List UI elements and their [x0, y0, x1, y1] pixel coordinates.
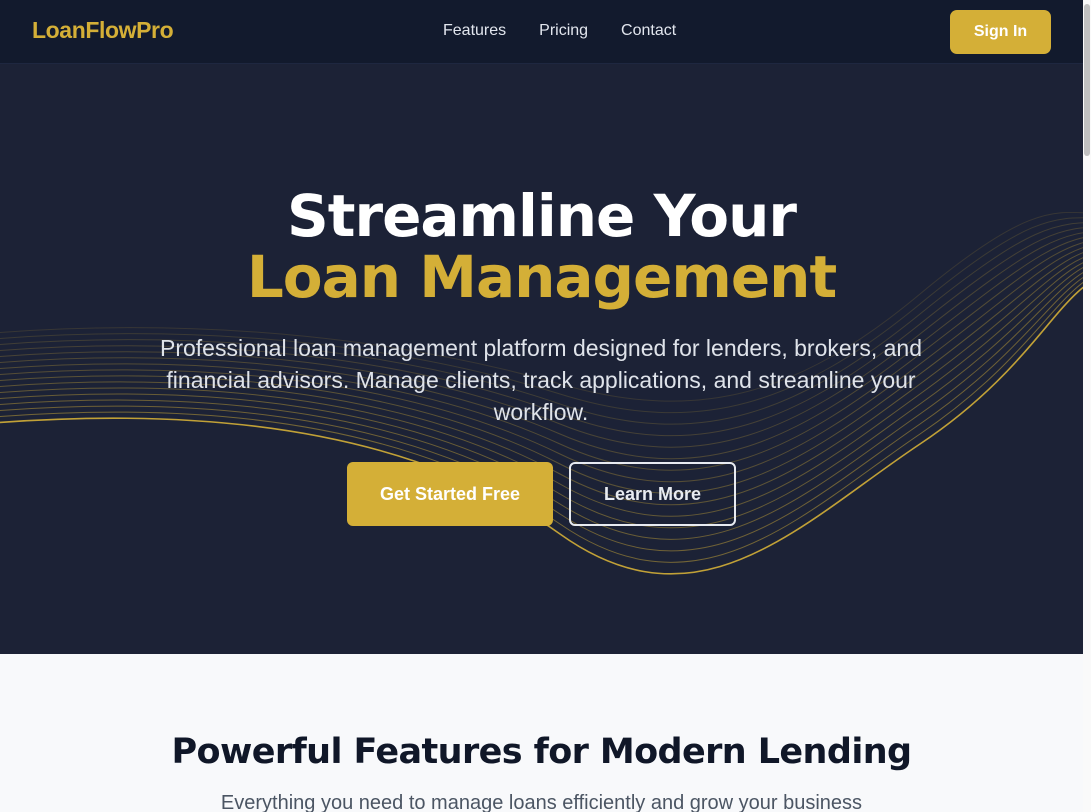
nav-link-features[interactable]: Features: [443, 22, 506, 40]
features-subtitle: Everything you need to manage loans effi…: [220, 792, 863, 812]
nav-link-contact[interactable]: Contact: [621, 22, 676, 40]
hero-title-line1: Streamline Your: [286, 182, 797, 250]
hero-subtitle: Professional loan management platform de…: [160, 335, 922, 425]
top-navbar: LoanFlowPro Features Pricing Contact Sig…: [0, 0, 1083, 64]
scrollbar-thumb[interactable]: [1084, 4, 1090, 156]
landing-page: LoanFlowPro Features Pricing Contact Sig…: [0, 0, 1091, 812]
learn-more-button[interactable]: Learn More: [569, 462, 736, 526]
nav-links: Features Pricing Contact: [443, 22, 676, 40]
features-title: Powerful Features for Modern Lending: [171, 732, 913, 772]
page-scrollbar[interactable]: [1083, 0, 1091, 812]
hero-section: Streamline Your Loan Management Professi…: [0, 64, 1083, 654]
get-started-button[interactable]: Get Started Free: [347, 462, 553, 526]
hero-title: Streamline Your Loan Management: [0, 186, 1083, 308]
sign-in-button[interactable]: Sign In: [950, 10, 1051, 54]
hero-title-line2: Loan Management: [246, 243, 837, 311]
nav-link-pricing[interactable]: Pricing: [539, 22, 588, 40]
features-section: Powerful Features for Modern Lending Eve…: [0, 654, 1083, 812]
brand-logo[interactable]: LoanFlowPro: [32, 17, 174, 44]
